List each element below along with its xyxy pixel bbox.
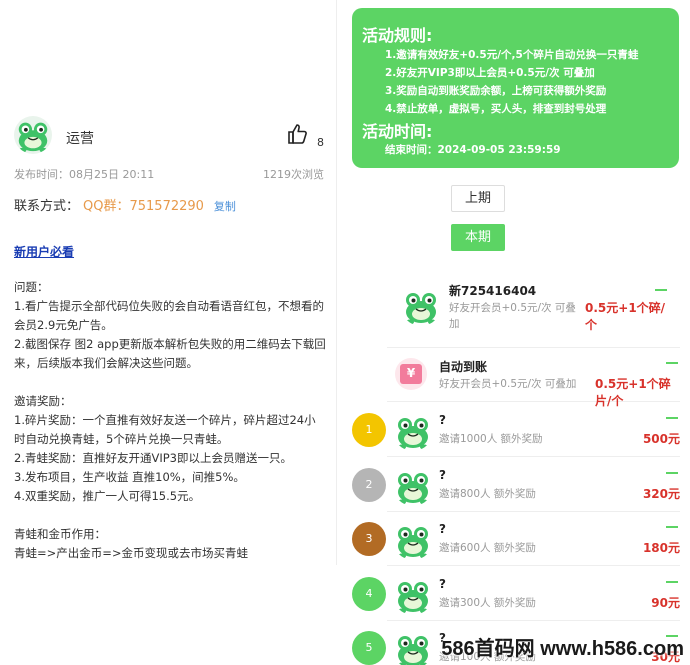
- post-paragraph: 1.看广告提示全部代码位失败的会自动看语音红包，不想看的会员2.9元免广告。: [14, 299, 324, 332]
- feed-item[interactable]: 新725416404 好友开会员+0.5元/次 可叠加 0.5元+1个碎/个: [337, 272, 690, 348]
- leaderboard-reward: 180元: [642, 541, 680, 555]
- leaderboard-reward: 90元: [651, 595, 680, 610]
- rule-item: 1.邀请有效好友+0.5元/个,5个碎片自动兑换一只青蛙: [385, 49, 639, 61]
- leaderboard-reward: 320元: [642, 486, 680, 501]
- end-time: 结束时间：2024-09-05 23:59:59: [385, 144, 561, 156]
- publish-label: 发布时间：: [14, 168, 69, 181]
- like-button[interactable]: 8: [286, 122, 326, 150]
- leaderboard-row[interactable]: 2? 邀请800人 额外奖励 320元: [337, 458, 690, 512]
- rank-badge: 5: [352, 631, 386, 665]
- frog-avatar: [393, 465, 433, 506]
- post-paragraph: 2.青蛙奖励：直推好友开通VIP3即以上会员赠送一只。: [14, 451, 292, 465]
- leaderboard-row[interactable]: 3? 邀请600人 额外奖励 180元: [337, 512, 690, 566]
- post-paragraph: 问题：: [14, 280, 49, 294]
- watermark: 586首码网 www.h586.com: [441, 638, 684, 660]
- rank-badge: 3: [352, 522, 386, 556]
- contact-row: 联系方式： QQ群：751572290 复制: [14, 195, 236, 214]
- frog-avatar: [393, 629, 433, 665]
- leaderboard-desc: 邀请600人 额外奖励: [439, 542, 536, 554]
- activity-panel: 活动规则: 1.邀请有效好友+0.5元/个,5个碎片自动兑换一只青蛙 2.好友开…: [337, 0, 690, 665]
- rule-item: 4.禁止放单，虚拟号，买人头，排查到封号处理: [385, 103, 607, 115]
- author-name: 运营: [66, 131, 94, 147]
- post-paragraph: 2.截图保存 图2 app更新版本解析包失败的用二维码去下载回来，后续版本我们会…: [14, 337, 326, 370]
- rank-badge: 2: [352, 467, 386, 502]
- rules-card: 活动规则: 1.邀请有效好友+0.5元/个,5个碎片自动兑换一只青蛙 2.好友开…: [352, 8, 679, 168]
- leaderboard-desc: 邀请300人 额外奖励: [439, 596, 536, 609]
- dash-mark: [666, 471, 678, 474]
- leaderboard-desc: 邀请800人 额外奖励: [439, 487, 536, 500]
- author-avatar[interactable]: [14, 116, 52, 154]
- new-user-link[interactable]: 新用户必看: [14, 243, 74, 260]
- yen-icon: ¥: [400, 364, 422, 384]
- leaderboard-desc: 邀请1000人 额外奖励: [439, 433, 543, 445]
- leaderboard-reward: 500元: [642, 432, 680, 446]
- view-count: 1219次浏览: [263, 168, 324, 181]
- post-paragraph: 青蛙=>产出金币=>金币变现或去市场买青蛙: [14, 546, 249, 560]
- qq-group: QQ群：751572290: [83, 199, 204, 214]
- feed-subtitle: 好友开会员+0.5元/次 可叠加: [449, 302, 576, 330]
- rule-item: 2.好友开VIP3即以上会员+0.5元/次 可叠加: [385, 67, 595, 79]
- feed-subtitle: 好友开会员+0.5元/次 可叠加: [439, 378, 577, 390]
- time-title: 活动时间:: [362, 122, 433, 141]
- dash-mark: [666, 580, 678, 583]
- dash-mark: [666, 417, 678, 419]
- dash-mark: [666, 362, 678, 364]
- thumbs-up-icon: [288, 124, 307, 144]
- feed-title: 新725416404: [449, 284, 537, 298]
- frog-avatar: [393, 520, 433, 560]
- frog-avatar: [401, 286, 441, 326]
- auto-credit-icon: ¥: [395, 358, 427, 390]
- feed-reward: 0.5元+1个碎/个: [585, 301, 666, 332]
- publish-time: 08月25日 20:11: [69, 168, 155, 181]
- rule-item: 3.奖励自动到账奖励余额，上榜可获得额外奖励: [385, 85, 607, 97]
- post-body: 问题： 1.看广告提示全部代码位失败的会自动看语音红包，不想看的会员2.9元免广告…: [14, 278, 326, 563]
- post-meta: 发布时间：08月25日 20:11 1219次浏览: [14, 166, 324, 182]
- post-paragraph: 3.发布项目，生产收益 直推10%，间推5%。: [14, 470, 245, 484]
- post-panel: 运营 8 发布时间：08月25日 20:11 1219次浏览 联系方式： QQ群：…: [0, 0, 336, 665]
- leaderboard-name: ?: [439, 576, 446, 591]
- post-paragraph: 1.碎片奖励：一个直推有效好友送一个碎片，碎片超过24小时自动兑换青蛙，5个碎片…: [14, 413, 316, 446]
- tab-current-period[interactable]: 本期: [451, 224, 505, 251]
- rules-title: 活动规则:: [362, 26, 433, 45]
- dash-mark: [666, 526, 678, 528]
- feed-title: 自动到账: [439, 360, 488, 374]
- post-paragraph: 青蛙和金币作用：: [14, 527, 106, 541]
- dash-mark: [655, 289, 667, 291]
- post-paragraph: 邀请奖励：: [14, 394, 72, 408]
- leaderboard-name: ?: [439, 467, 446, 482]
- tab-previous-period[interactable]: 上期: [451, 185, 505, 212]
- frog-avatar: [393, 411, 433, 451]
- rank-badge: 4: [352, 576, 386, 611]
- leaderboard-name: ?: [439, 522, 446, 536]
- contact-label: 联系方式：: [14, 199, 80, 214]
- rules-list: 1.邀请有效好友+0.5元/个,5个碎片自动兑换一只青蛙 2.好友开VIP3即以…: [385, 46, 638, 118]
- rank-badge: 1: [352, 413, 386, 447]
- frog-avatar: [393, 574, 433, 615]
- leaderboard-row[interactable]: 4? 邀请300人 额外奖励 90元: [337, 567, 690, 621]
- copy-button[interactable]: 复制: [214, 200, 236, 213]
- post-paragraph: 4.双重奖励，推广一人可得15.5元。: [14, 489, 201, 503]
- leaderboard-row[interactable]: 1? 邀请1000人 额外奖励 500元: [337, 403, 690, 457]
- author-row: 运营 8: [14, 116, 326, 160]
- like-count: 8: [317, 136, 324, 149]
- leaderboard-name: ?: [439, 413, 446, 427]
